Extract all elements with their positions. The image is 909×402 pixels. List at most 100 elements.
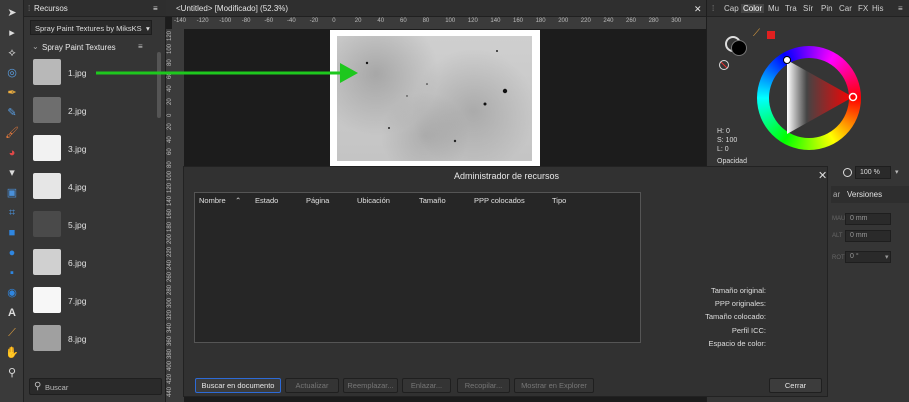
panel-grip-icon[interactable]: ⁞: [28, 4, 30, 13]
hsl-color-wheel[interactable]: [757, 46, 861, 150]
rounded-rect-tool-icon[interactable]: ▪: [5, 266, 19, 280]
tab-sir[interactable]: Sír: [803, 4, 813, 13]
placed-texture-image[interactable]: [337, 36, 532, 161]
zoom-tool-icon[interactable]: ⚲: [5, 366, 19, 380]
tab-tra[interactable]: Tra: [785, 4, 797, 13]
height-field[interactable]: 0 mm: [845, 230, 891, 242]
ruler-tick-label: 80: [167, 161, 173, 168]
column-header-name[interactable]: Nombre: [199, 196, 226, 205]
current-color-chip[interactable]: [767, 31, 775, 39]
close-button[interactable]: Cerrar: [769, 378, 822, 393]
resources-tab[interactable]: Recursos: [34, 4, 68, 13]
panel-grip-icon[interactable]: ⁞: [712, 4, 714, 13]
ruler-tick-label: 240: [167, 259, 173, 270]
width-field[interactable]: 0 mm: [845, 213, 891, 225]
node-tool-icon[interactable]: ▸: [5, 26, 19, 40]
tab-fragment[interactable]: ar: [833, 190, 840, 199]
panel-menu-icon[interactable]: ≡: [153, 4, 158, 13]
search-field[interactable]: ⚲ Buscar: [29, 378, 162, 395]
group-label: Spray Paint Textures: [42, 43, 116, 52]
tab-versions[interactable]: Versiones: [847, 190, 882, 199]
resource-category-dropdown[interactable]: Spray Paint Textures by MiksKS ▾: [30, 20, 152, 35]
panel-menu-icon[interactable]: ≡: [898, 4, 903, 13]
canvas-page[interactable]: [330, 30, 540, 166]
fill-tool-icon[interactable]: ◕: [5, 146, 19, 160]
column-header-page[interactable]: Página: [306, 196, 329, 205]
update-button[interactable]: Actualizar: [285, 378, 339, 393]
opacity-knob-icon[interactable]: [843, 168, 852, 177]
artistic-text-tool-icon[interactable]: A: [5, 306, 19, 320]
hue-value: H: 0: [717, 128, 730, 135]
column-header-status[interactable]: Estado: [255, 196, 278, 205]
pen-tool-icon[interactable]: ✒: [5, 86, 19, 100]
resource-label: 4.jpg: [68, 182, 87, 192]
ruler-tick-label: 360: [167, 335, 173, 346]
tab-car[interactable]: Car: [839, 4, 852, 13]
donut-tool-icon[interactable]: ◉: [5, 286, 19, 300]
move-tool-icon[interactable]: ➤: [5, 6, 19, 20]
color-triangle[interactable]: [757, 46, 861, 150]
pencil-tool-icon[interactable]: ✎: [5, 106, 19, 120]
chevron-down-icon: ▾: [146, 24, 150, 33]
tab-pin[interactable]: Pin: [821, 4, 833, 13]
lightness-value: L: 0: [717, 146, 729, 153]
column-header-placed-dpi[interactable]: PPP colocados: [474, 196, 525, 205]
rectangle-tool-icon[interactable]: ■: [5, 226, 19, 240]
ruler-tick-label: -20: [309, 18, 319, 24]
resource-item[interactable]: 2.jpg: [30, 95, 158, 129]
opacity-value[interactable]: 100 %: [855, 166, 891, 179]
horizontal-ruler[interactable]: -140 -120 -100 -80 -60 -40 -20 0 20 40 60 80 100 120 1…: [172, 17, 706, 29]
tab-his[interactable]: His: [872, 4, 884, 13]
tools-toolbar: ➤ ▸ ⟡ ◎ ✒ ✎ 🖌 ◕ ▾ ▣ ⌗ ■ ● ▪ ◉ A ⟋ ✋ ⚲: [0, 0, 24, 402]
sort-ascending-icon[interactable]: ⌃: [235, 196, 241, 205]
link-button[interactable]: Enlazar...: [402, 378, 451, 393]
collapse-arrow-icon[interactable]: ⌄: [32, 42, 39, 51]
tab-color[interactable]: Color: [741, 4, 765, 13]
resource-item[interactable]: 7.jpg: [30, 285, 158, 319]
embed-button[interactable]: Recopilar...: [457, 378, 510, 393]
crop-tool-icon[interactable]: ⌗: [5, 206, 19, 220]
corner-tool-icon[interactable]: ⟡: [5, 46, 19, 60]
group-header[interactable]: ⌄ Spray Paint Textures ≡: [32, 42, 157, 53]
ruler-tick-label: 300: [167, 297, 173, 308]
resources-table[interactable]: Nombre ⌃ Estado Página Ubicación Tamaño …: [194, 192, 641, 343]
resource-item[interactable]: 6.jpg: [30, 247, 158, 281]
ruler-tick-label: 200: [167, 234, 173, 245]
resource-item[interactable]: 4.jpg: [30, 171, 158, 205]
resource-item[interactable]: 5.jpg: [30, 209, 158, 243]
fill-swatch[interactable]: [731, 40, 747, 56]
close-document-icon[interactable]: ✕: [694, 4, 702, 15]
ruler-tick-label: 40: [377, 18, 385, 24]
resource-item[interactable]: 8.jpg: [30, 323, 158, 357]
chevron-down-icon[interactable]: ▾: [885, 253, 889, 261]
ruler-tick-label: 60: [167, 148, 173, 156]
tab-mu[interactable]: Mu: [768, 4, 779, 13]
show-in-explorer-button[interactable]: Mostrar en Explorer: [514, 378, 594, 393]
column-header-type[interactable]: Tipo: [552, 196, 566, 205]
color-picker-tool-icon[interactable]: ◎: [5, 66, 19, 80]
close-dialog-icon[interactable]: ✕: [818, 169, 827, 182]
chevron-down-icon[interactable]: ▾: [895, 168, 899, 176]
paint-brush-tool-icon[interactable]: 🖌: [5, 126, 19, 140]
ruler-tick-label: 180: [167, 221, 173, 232]
find-in-document-button[interactable]: Buscar en documento: [195, 378, 281, 393]
opacity-label: Opacidad: [717, 158, 747, 165]
column-header-size[interactable]: Tamaño: [419, 196, 446, 205]
gradient-tool-icon[interactable]: ▾: [5, 166, 19, 180]
hand-tool-icon[interactable]: ✋: [5, 346, 19, 360]
resource-item[interactable]: 3.jpg: [30, 133, 158, 167]
document-tab[interactable]: <Untitled> [Modificado] (52.3%): [176, 4, 288, 13]
tab-cap[interactable]: Cap: [724, 4, 739, 13]
no-color-icon[interactable]: [719, 60, 729, 70]
eyedropper-tool-icon[interactable]: ⟋: [5, 326, 19, 340]
group-menu-icon[interactable]: ≡: [138, 42, 143, 51]
column-header-location[interactable]: Ubicación: [357, 196, 390, 205]
replace-button[interactable]: Reemplazar...: [343, 378, 398, 393]
tab-fx[interactable]: FX: [858, 4, 868, 13]
eyedropper-icon[interactable]: ⟋: [753, 28, 760, 39]
place-image-tool-icon[interactable]: ▣: [5, 186, 19, 200]
opacity-control[interactable]: 100 % ▾: [829, 166, 909, 182]
vertical-ruler[interactable]: 120 100 80 60 40 20 0 20 40 60 80 100 120 140 160 180 20…: [166, 29, 184, 402]
ellipse-tool-icon[interactable]: ●: [5, 246, 19, 260]
ruler-tick-label: 140: [167, 196, 173, 207]
